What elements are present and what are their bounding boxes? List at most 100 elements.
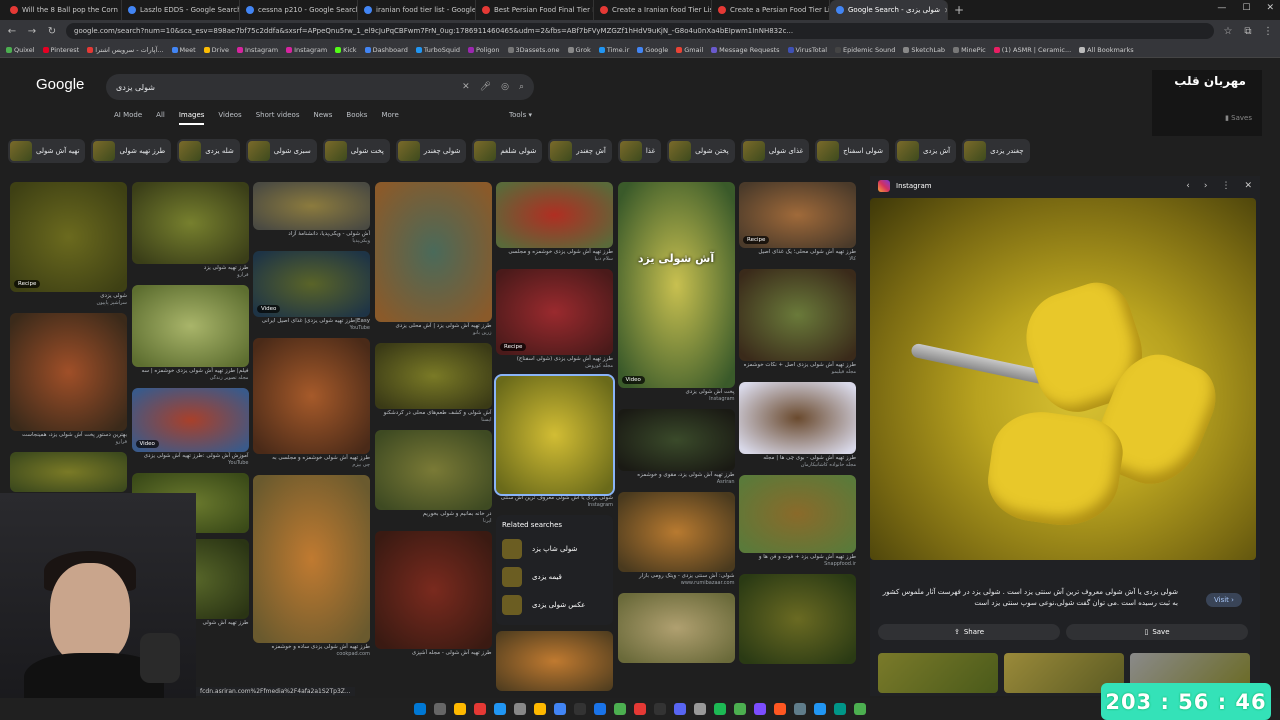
search-tab[interactable]: Images	[178, 111, 205, 125]
image-result[interactable]: در خانه بمانیم و شولی بخوریم ایرنا	[374, 430, 492, 525]
result-title[interactable]: طرز تهیه آش شولی محلی؛ یک غذای اصیل	[739, 248, 856, 256]
bookmark-item[interactable]: VirusTotal	[787, 46, 827, 54]
result-thumbnail[interactable]	[739, 574, 856, 664]
browser-tab[interactable]: iranian food tier list - Google S✕	[358, 0, 476, 20]
filter-chip[interactable]: آش چغندر	[548, 139, 612, 163]
taskbar-app-icon[interactable]	[474, 703, 486, 715]
image-result[interactable]: طرز تهیه آش شولی یزدی ساده و خوشمزه cookp…	[253, 475, 370, 658]
image-result[interactable]: آش شولی و کشف طعم‌های محلی در کردشکنو ایس…	[374, 343, 492, 424]
browser-tab[interactable]: Google Search - شولی یزدی✕	[830, 0, 948, 20]
image-result[interactable]: طرز تهیه شولی یزد فرارو	[131, 182, 249, 279]
result-title[interactable]: آش شولی - ویکی‌پدیا، دانشنامهٔ آزاد	[253, 230, 370, 238]
image-result[interactable]: طرز تهیه آش شولی یزد + فوت و فن ها و Snap…	[739, 475, 856, 568]
image-result[interactable]	[10, 452, 127, 492]
result-thumbnail[interactable]: Recipe	[496, 269, 613, 355]
related-search-item[interactable]: شولی شاپ یزد	[502, 535, 607, 563]
taskbar-app-icon[interactable]	[734, 703, 746, 715]
profile-name[interactable]: مهربان قلب	[1174, 74, 1246, 88]
image-result[interactable]: طرز تهیه آش شولی یزدی خوشمزه و مجلسی سلام…	[496, 182, 613, 263]
browser-tab[interactable]: Best Persian Food Final Tier List✕	[476, 0, 594, 20]
filter-chip[interactable]: غذا	[617, 139, 662, 163]
taskbar-app-icon[interactable]	[794, 703, 806, 715]
result-title[interactable]: فیلم| طرز تهیه آش شولی یزدی خوشمزه | سه	[132, 367, 249, 375]
reload-icon[interactable]: ↻	[46, 26, 58, 37]
bookmark-item[interactable]: Message Requests	[711, 46, 780, 54]
related-search-item[interactable]: عکس شولی یزدی	[502, 591, 607, 619]
share-button[interactable]: ⇪ Share	[878, 624, 1060, 640]
previous-icon[interactable]: ‹	[1186, 181, 1190, 191]
menu-icon[interactable]: ⋮	[1262, 26, 1274, 37]
more-options-icon[interactable]: ⋮	[1221, 181, 1230, 191]
preview-image[interactable]	[870, 198, 1256, 560]
image-result[interactable]: فیلم| طرز تهیه آش شولی یزدی خوشمزه | سه م…	[131, 285, 249, 382]
result-thumbnail[interactable]	[253, 338, 370, 454]
result-title[interactable]: طرز تهیه آش شولی یزد | آش محلی یزدی	[375, 322, 491, 330]
image-result[interactable]: Video Easy|طرز تهیه شولی یزدی| غذای اصیل …	[253, 251, 370, 332]
result-thumbnail[interactable]	[494, 374, 615, 496]
taskbar-app-icon[interactable]	[574, 703, 586, 715]
image-result[interactable]: Video آموزش آش شولی :طرز تهیه آش شولی یزد…	[131, 388, 249, 467]
result-title[interactable]: طرز تهیه شولی یزد	[132, 264, 249, 272]
result-title[interactable]: طرز تهیه آش شولی یزدی اصل + نکات خوشمزه	[739, 361, 856, 369]
minimize-icon[interactable]: —	[1217, 3, 1226, 13]
image-result[interactable]: طرز تهیه آش شولی یزدی اصل + نکات خوشمزه م…	[739, 269, 856, 376]
bookmark-item[interactable]: Epidemic Sound	[835, 46, 895, 54]
filter-chip[interactable]: طرز تهیه شولی	[91, 139, 172, 163]
image-result[interactable]: شولی یزدی یا آش شولی معروف ترین آش سنتی I…	[494, 374, 615, 509]
maximize-icon[interactable]: ☐	[1242, 3, 1250, 13]
taskbar-app-icon[interactable]	[814, 703, 826, 715]
search-input[interactable]: شولی یزدی	[116, 83, 452, 92]
result-thumbnail[interactable]	[617, 593, 735, 663]
bookmark-item[interactable]: MinePic	[953, 46, 986, 54]
result-thumbnail[interactable]	[374, 343, 492, 409]
taskbar-app-icon[interactable]	[594, 703, 606, 715]
result-title[interactable]: پخت آش شولی یزدی	[618, 388, 735, 396]
image-result[interactable]: Recipe شولی یزدی سرآشپز پاپیون	[10, 182, 127, 307]
close-window-icon[interactable]: ✕	[1266, 3, 1274, 13]
bookmark-item[interactable]: Kick	[335, 46, 357, 54]
search-tab[interactable]: AI Mode	[114, 111, 142, 125]
image-result[interactable]: Recipe طرز تهیه آش شولی محلی؛ یک غذای اصی…	[739, 182, 856, 263]
bookmark-item[interactable]: Gmail	[676, 46, 703, 54]
new-tab-icon[interactable]: +	[948, 3, 970, 17]
result-thumbnail[interactable]	[617, 492, 735, 572]
clear-icon[interactable]: ✕	[462, 82, 470, 92]
taskbar-app-icon[interactable]	[514, 703, 526, 715]
bookmark-item[interactable]: Drive	[203, 46, 229, 54]
result-thumbnail[interactable]: Recipe	[10, 182, 127, 292]
result-title[interactable]: طرز تهیه آش شولی یزد + فوت و فن ها و	[739, 553, 856, 561]
search-tab[interactable]: News	[313, 111, 332, 125]
search-icon[interactable]: ⌕	[519, 82, 524, 92]
result-thumbnail[interactable]	[496, 182, 613, 248]
forward-icon[interactable]: →	[26, 26, 38, 37]
taskbar-app-icon[interactable]	[694, 703, 706, 715]
url-input[interactable]: google.com/search?num=10&sca_esv=898ae7b…	[66, 23, 1214, 39]
search-box[interactable]: شولی یزدی ✕ 🎤︎ ◎ ⌕	[106, 74, 534, 100]
next-icon[interactable]: ›	[1204, 181, 1208, 191]
image-result[interactable]: Recipe طرز تهیه آش شولی یزدی (شولی اسفناج…	[496, 269, 613, 370]
image-result[interactable]: طرز تهیه آش شولی خوشمزه و مجلسی به چی بپز…	[253, 338, 370, 469]
filter-chip[interactable]: شله یزدی	[177, 139, 240, 163]
result-title[interactable]: Easy|طرز تهیه شولی یزدی| غذای اصیل ایران…	[253, 317, 370, 325]
bookmark-star-icon[interactable]: ☆	[1222, 26, 1234, 37]
bookmark-item[interactable]: Grok	[567, 46, 591, 54]
bookmark-item[interactable]: TurboSquid	[415, 46, 460, 54]
image-result[interactable]: طرز تهیه آش شولی یزد، مقوی و خوشمزه Asrir…	[617, 409, 735, 486]
browser-tab[interactable]: cessna p210 - Google Search✕	[240, 0, 358, 20]
taskbar-app-icon[interactable]	[754, 703, 766, 715]
browser-tab[interactable]: Will the 8 Ball pop the Corn✕	[4, 0, 122, 20]
bookmark-item[interactable]: Time.ir	[598, 46, 629, 54]
image-result[interactable]	[739, 574, 856, 664]
result-thumbnail[interactable]	[374, 531, 492, 649]
bookmark-item[interactable]: All Bookmarks	[1079, 46, 1134, 54]
image-result[interactable]	[617, 593, 735, 663]
bookmark-item[interactable]: (1) ASMR | Ceramic...	[993, 46, 1071, 54]
result-thumbnail[interactable]: آش شولی یزد Video	[617, 182, 735, 388]
bookmark-item[interactable]: Google	[637, 46, 668, 54]
search-tab[interactable]: Books	[346, 111, 367, 125]
search-tab[interactable]: More	[381, 111, 398, 125]
result-title[interactable]: شولی یزدی	[10, 292, 127, 300]
google-logo[interactable]: Google	[36, 76, 84, 93]
result-thumbnail[interactable]	[374, 182, 492, 322]
result-thumbnail[interactable]	[253, 182, 370, 230]
